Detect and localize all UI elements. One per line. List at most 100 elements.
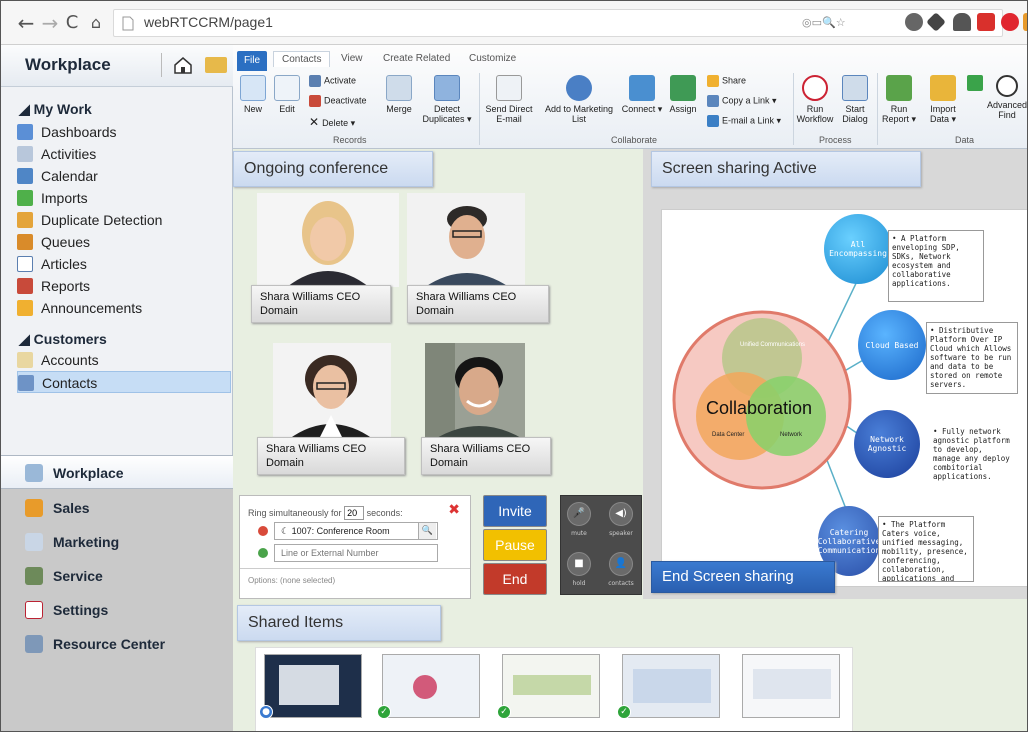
share-button[interactable]: Share bbox=[707, 75, 746, 87]
shared-item-thumbnail[interactable]: ✓ bbox=[377, 654, 480, 719]
participant-avatar bbox=[273, 343, 391, 439]
resource-center-icon bbox=[25, 635, 43, 653]
tab-customize[interactable]: Customize bbox=[469, 53, 516, 64]
nav-item-calendar[interactable]: Calendar bbox=[17, 165, 231, 187]
extension-menu-icon[interactable] bbox=[1023, 13, 1027, 31]
add-to-marketing-list-button[interactable]: Add to Marketing List bbox=[537, 75, 621, 124]
participant-caption: Shara Williams CEO Domain bbox=[407, 285, 549, 323]
nav-item-activities[interactable]: Activities bbox=[17, 143, 231, 165]
ribbon: File Contacts View Create Related Custom… bbox=[233, 45, 1027, 149]
conference-title: Ongoing conference bbox=[233, 151, 433, 187]
pinterest-icon[interactable] bbox=[1001, 13, 1019, 31]
node-all-encompassing: All Encompassing bbox=[824, 214, 892, 284]
browser-toolbar: ← → C ⌂ webRTCCRM/page1 ◎▭🔍☆ bbox=[1, 1, 1027, 45]
delete-button[interactable]: ✕ Delete ▾ bbox=[309, 115, 355, 129]
mute-icon[interactable]: 🎤 bbox=[567, 502, 591, 526]
assign-button[interactable]: Assign bbox=[663, 75, 703, 114]
tab-view[interactable]: View bbox=[341, 53, 363, 64]
copy-link-button[interactable]: Copy a Link ▾ bbox=[707, 95, 777, 107]
hold-icon[interactable]: ■ bbox=[567, 552, 591, 576]
line-1-field[interactable]: ☾ 1007: Conference Room bbox=[274, 522, 438, 540]
shared-item-thumbnail[interactable] bbox=[742, 654, 840, 718]
nav-item-duplicate-detection[interactable]: Duplicate Detection bbox=[17, 209, 231, 231]
run-workflow-button[interactable]: Run Workflow bbox=[795, 75, 835, 124]
nav-item-accounts[interactable]: Accounts bbox=[17, 349, 231, 371]
contacts-icon[interactable]: 👤 bbox=[609, 552, 633, 576]
run-report-button[interactable]: Run Report ▾ bbox=[879, 75, 919, 124]
pause-button[interactable]: Pause bbox=[483, 529, 547, 561]
area-sales[interactable]: Sales bbox=[1, 491, 233, 525]
extension-f-icon[interactable] bbox=[977, 13, 995, 31]
edit-button[interactable]: Edit bbox=[271, 75, 303, 114]
participant-avatar bbox=[425, 343, 525, 439]
deactivate-button[interactable]: Deactivate bbox=[309, 95, 367, 107]
line-2-input[interactable] bbox=[274, 544, 438, 562]
group-data-label: Data bbox=[955, 135, 975, 145]
announcements-icon bbox=[17, 300, 33, 316]
new-icon bbox=[240, 75, 266, 101]
calendar-icon bbox=[17, 168, 33, 184]
shared-item-thumbnail[interactable]: ✓ bbox=[617, 654, 720, 719]
remove-line-icon[interactable] bbox=[258, 526, 268, 536]
shared-item-thumbnail[interactable]: ✓ bbox=[497, 654, 600, 719]
nav-item-dashboards[interactable]: Dashboards bbox=[17, 121, 231, 143]
participant-avatar bbox=[257, 193, 399, 287]
end-screen-sharing-button[interactable]: End Screen sharing bbox=[651, 561, 835, 593]
lookup-icon[interactable]: 🔍 bbox=[418, 523, 436, 539]
note-catering: • The Platform Caters voice, unified mes… bbox=[878, 516, 974, 582]
area-resource-center[interactable]: Resource Center bbox=[1, 627, 233, 661]
nav-item-reports[interactable]: Reports bbox=[17, 275, 231, 297]
screen-share-title: Screen sharing Active bbox=[651, 151, 921, 187]
imports-icon bbox=[17, 190, 33, 206]
import-data-button[interactable]: Import Data ▾ bbox=[923, 75, 963, 124]
activate-button[interactable]: Activate bbox=[309, 75, 356, 87]
tab-file[interactable]: File bbox=[237, 51, 267, 71]
page-action-icons[interactable]: ◎▭🔍☆ bbox=[802, 16, 862, 30]
marketing-list-icon bbox=[566, 75, 592, 101]
forward-icon[interactable]: → bbox=[39, 11, 61, 35]
advanced-find-button[interactable]: Advanced Find bbox=[985, 75, 1027, 120]
nav-item-announcements[interactable]: Announcements bbox=[17, 297, 231, 319]
participant-photo bbox=[425, 343, 525, 439]
filter-icon[interactable] bbox=[967, 75, 983, 91]
send-direct-email-button[interactable]: Send Direct E-mail bbox=[483, 75, 535, 124]
invite-button[interactable]: Invite bbox=[483, 495, 547, 527]
new-button[interactable]: New bbox=[237, 75, 269, 114]
end-call-button[interactable]: End bbox=[483, 563, 547, 595]
speaker-icon[interactable]: ◀) bbox=[609, 502, 633, 526]
participant-caption: Shara Williams CEO Domain bbox=[251, 285, 391, 323]
back-icon[interactable]: ← bbox=[15, 11, 37, 35]
add-line-icon[interactable] bbox=[258, 548, 268, 558]
close-icon[interactable]: ✖ bbox=[448, 502, 460, 518]
email-icon bbox=[496, 75, 522, 101]
folder-icon[interactable] bbox=[205, 57, 227, 73]
extension-hand-icon[interactable] bbox=[953, 13, 971, 31]
ring-seconds-input[interactable] bbox=[344, 506, 365, 520]
reload-icon[interactable]: C bbox=[61, 11, 83, 35]
tab-contacts[interactable]: Contacts bbox=[273, 51, 331, 67]
area-workplace[interactable]: Workplace bbox=[1, 455, 233, 489]
email-link-button[interactable]: E-mail a Link ▾ bbox=[707, 115, 781, 127]
nav-item-queues[interactable]: Queues bbox=[17, 231, 231, 253]
area-marketing[interactable]: Marketing bbox=[1, 525, 233, 559]
queues-icon bbox=[17, 234, 33, 250]
area-service[interactable]: Service bbox=[1, 559, 233, 593]
nav-group-my-work[interactable]: ◢ My Work bbox=[19, 101, 92, 118]
address-bar[interactable]: webRTCCRM/page1 ◎▭🔍☆ bbox=[113, 9, 1003, 37]
extension-w-icon[interactable] bbox=[905, 13, 923, 31]
dialog-icon bbox=[842, 75, 868, 101]
merge-button[interactable]: Merge bbox=[381, 75, 417, 114]
nav-item-imports[interactable]: Imports bbox=[17, 187, 231, 209]
connect-button[interactable]: Connect ▾ bbox=[621, 75, 663, 114]
home-icon[interactable] bbox=[173, 55, 193, 75]
venn-center-label: Collaboration bbox=[706, 398, 812, 418]
detect-duplicates-button[interactable]: Detect Duplicates ▾ bbox=[419, 75, 475, 124]
nav-item-contacts[interactable]: Contacts bbox=[17, 371, 231, 393]
home-icon[interactable]: ⌂ bbox=[85, 11, 107, 35]
start-dialog-button[interactable]: Start Dialog bbox=[837, 75, 873, 124]
tab-create-related[interactable]: Create Related bbox=[383, 53, 450, 64]
shared-item-thumbnail[interactable]: ● bbox=[259, 654, 362, 719]
area-settings[interactable]: Settings bbox=[1, 593, 233, 627]
nav-group-customers[interactable]: ◢ Customers bbox=[19, 331, 107, 348]
nav-item-articles[interactable]: Articles bbox=[17, 253, 231, 275]
